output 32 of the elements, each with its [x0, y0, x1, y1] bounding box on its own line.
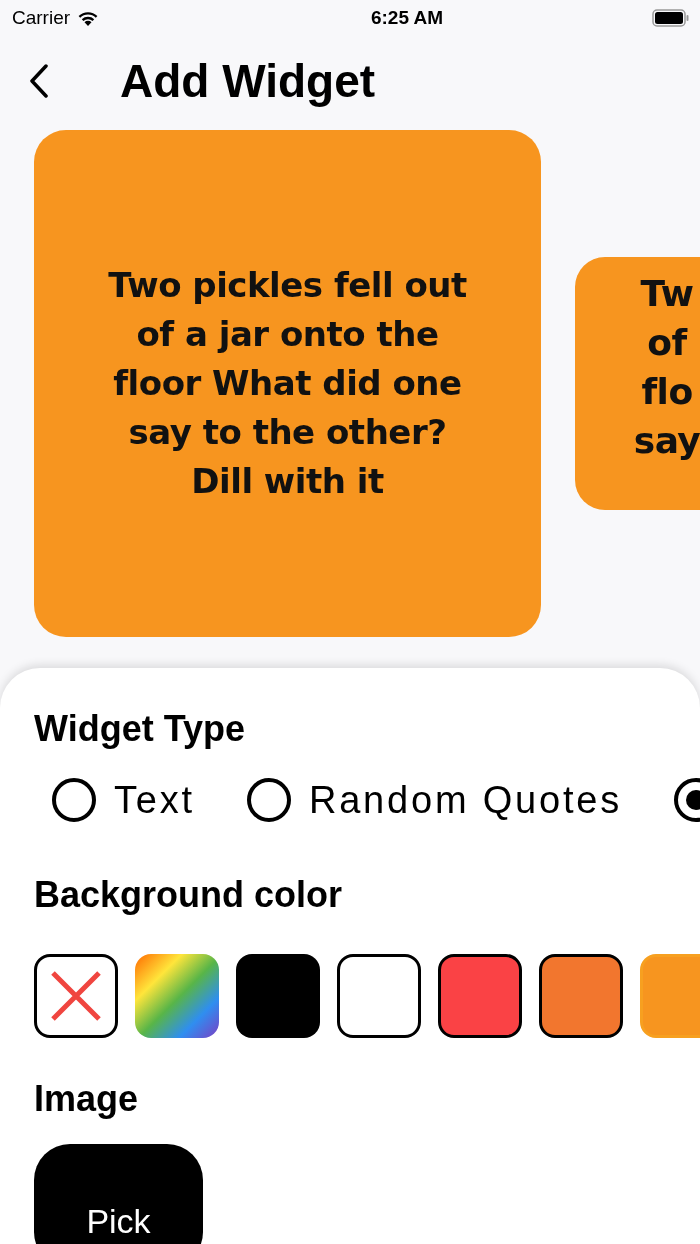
joke-text: say to the other? — [128, 410, 447, 454]
widget-preview-card[interactable]: Two pickles fell out of a jar onto the floor What did one say to the other? Dill with it — [34, 129, 541, 637]
cross-icon — [50, 970, 102, 1022]
joke-text: Dill with it — [191, 459, 384, 503]
status-time: 6:25 AM — [370, 7, 444, 29]
battery-icon — [652, 9, 690, 27]
rainbow-swatch[interactable] — [135, 954, 219, 1038]
carrier-name: Carrier — [12, 7, 71, 29]
color-swatch[interactable] — [236, 954, 320, 1038]
joke-text: of — [647, 320, 687, 365]
section-heading: Image — [34, 1077, 139, 1121]
joke-text: of a jar onto the — [136, 312, 439, 356]
no-color-swatch[interactable] — [34, 954, 118, 1038]
radio-label[interactable]: Text — [114, 778, 195, 822]
joke-text: flo — [641, 369, 693, 414]
color-swatch[interactable] — [640, 954, 700, 1038]
back-icon[interactable] — [28, 64, 50, 98]
joke-text: Tw — [640, 271, 694, 316]
radio-button[interactable] — [246, 778, 291, 822]
section-heading: Background color — [34, 873, 343, 917]
color-swatch[interactable] — [438, 954, 522, 1038]
joke-text: say — [633, 418, 700, 463]
color-swatch[interactable] — [539, 954, 623, 1038]
section-heading: Widget Type — [34, 707, 245, 751]
joke-text: Two pickles fell out — [108, 263, 467, 307]
joke-text: floor What did one — [113, 361, 462, 405]
pick-button[interactable]: Pick — [34, 1144, 203, 1244]
radio-label[interactable]: Random Quotes — [308, 778, 622, 822]
radio-button[interactable] — [52, 778, 96, 822]
widget-preview-card[interactable]: Tw of flo say — [575, 256, 700, 510]
page-title: Add Widget — [120, 54, 376, 108]
color-swatch[interactable] — [337, 954, 421, 1038]
